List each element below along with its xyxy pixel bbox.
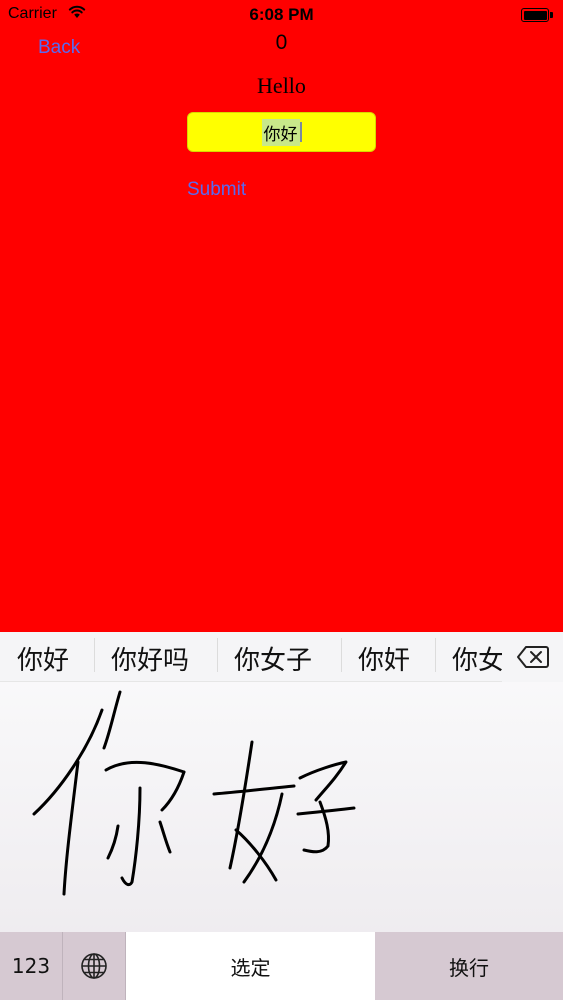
candidate-item[interactable]: 你好 (17, 640, 69, 677)
status-bar: Carrier 6:08 PM (0, 0, 563, 30)
numbers-key[interactable]: 123 (0, 932, 63, 1000)
candidate-item[interactable]: 你女子 (234, 640, 312, 677)
handwriting-canvas[interactable] (0, 682, 563, 932)
candidate-bar: 你好 你好吗 你女子 你奸 你女 (0, 632, 563, 682)
counter-label: 0 (275, 31, 288, 54)
select-key[interactable]: 选定 (126, 932, 375, 1000)
globe-icon (81, 953, 107, 979)
app-screen: Carrier 6:08 PM Back 0 Hello 你好 Submit (0, 0, 563, 632)
delete-backward-icon (516, 646, 549, 668)
battery-icon (521, 8, 553, 22)
candidate-item[interactable]: 你奸 (358, 640, 410, 677)
text-cursor (299, 122, 302, 142)
globe-key[interactable] (63, 932, 126, 1000)
submit-button[interactable]: Submit (187, 179, 246, 201)
candidate-item[interactable]: 你好吗 (111, 640, 189, 677)
keyboard-bottom-row: 123 选定 换行 (0, 932, 563, 1000)
return-key[interactable]: 换行 (375, 932, 563, 1000)
text-input-value: 你好 (261, 118, 300, 146)
candidate-item[interactable]: 你女 (452, 640, 502, 677)
clock-time: 6:08 PM (249, 5, 314, 24)
handwriting-keyboard: 你好 你好吗 你女子 你奸 你女 123 选定 换行 (0, 632, 563, 1000)
greeting-label: Hello (257, 73, 306, 98)
text-input[interactable]: 你好 (187, 112, 376, 152)
delete-key[interactable] (502, 632, 563, 682)
